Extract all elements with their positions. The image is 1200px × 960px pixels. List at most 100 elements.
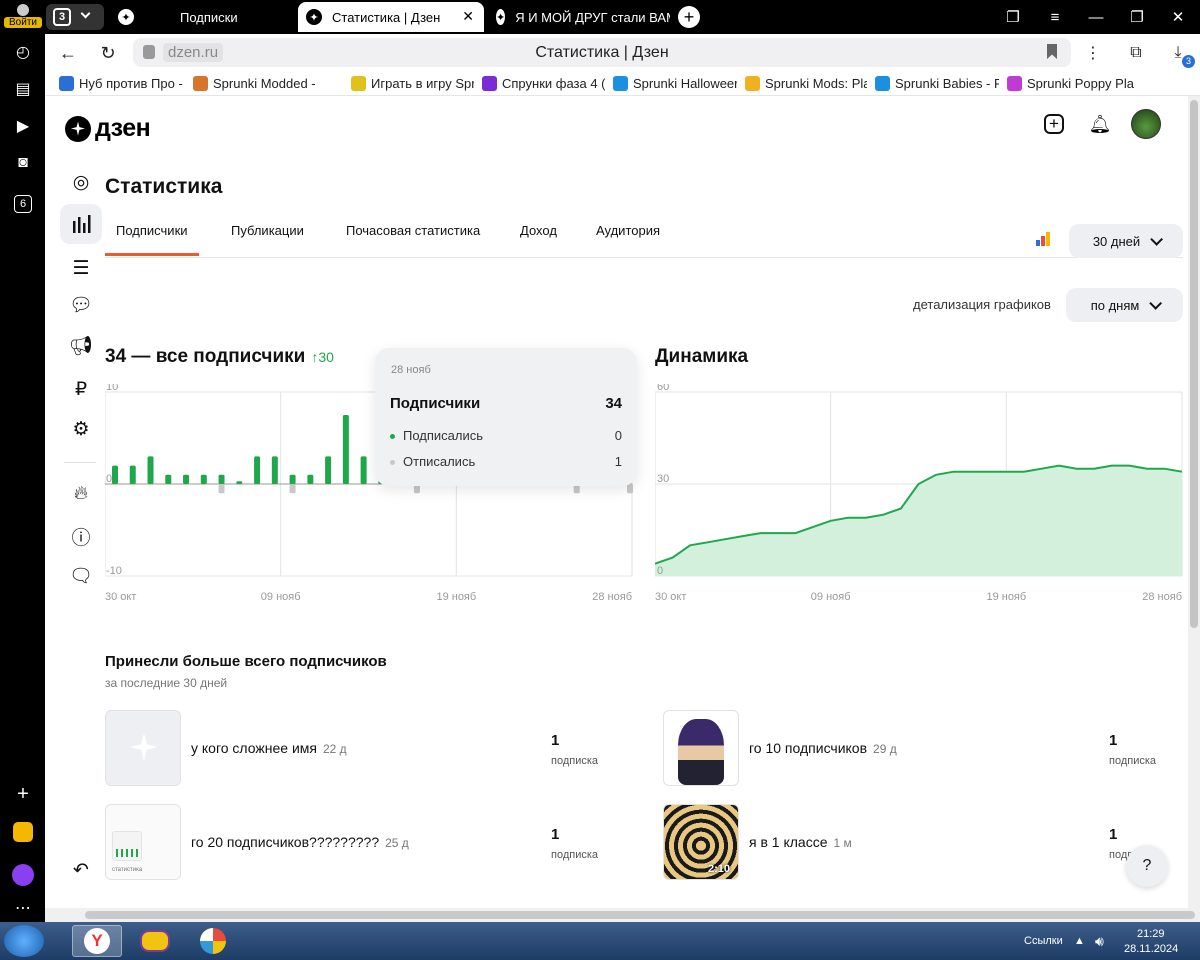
promotion-icon[interactable]: 📢︎ [65, 330, 97, 362]
zen-icon: ✦ [306, 9, 322, 25]
bookmark-item[interactable]: Sprunki Poppy Pla [1007, 74, 1137, 92]
chart-tooltip: 28 нояб Подписчики 34 Подписались 0 Отпи… [375, 348, 637, 486]
camera-icon[interactable]: ◙ [11, 151, 35, 175]
chat-icon[interactable]: 🗨︎ [65, 560, 97, 592]
tab-hourly[interactable]: Почасовая статистика [346, 223, 480, 238]
yandex-browser-app[interactable]: Y [72, 925, 122, 957]
subscribers-chart-title: 34 — все подписчики ↑30 [105, 346, 334, 368]
minimize-button[interactable]: — [1083, 4, 1109, 30]
collections-icon[interactable]: ▤ [11, 77, 35, 101]
tab-group-counter[interactable]: 3 [46, 4, 104, 30]
tab-video[interactable]: ✦ Я И МОЙ ДРУГ стали ВАМ [494, 2, 670, 32]
bookmark-item[interactable]: Sprunki Mods: Pla [745, 74, 867, 92]
menu-icon[interactable]: ≡ [1042, 4, 1068, 30]
x-tick-label: 09 нояб [261, 591, 301, 603]
bookmark-favicon-icon [351, 75, 366, 91]
omnibox[interactable]: dzen.ru Статистика | Дзен [133, 38, 1071, 67]
bell-icon[interactable]: 🔔︎ [1088, 112, 1112, 136]
tab-publications[interactable]: Публикации [231, 223, 304, 238]
preview-chart-icon [116, 849, 138, 857]
x-tick-label: 09 нояб [811, 591, 851, 603]
bookmark-item[interactable]: Играть в игру Spr [351, 74, 474, 92]
gear-icon[interactable]: ⚙ [65, 413, 97, 445]
help-button[interactable]: ? [1126, 845, 1168, 887]
undo-icon[interactable]: ↶ [65, 854, 97, 886]
scroll-thumb[interactable] [85, 911, 1195, 919]
taskbar: Y Ссылки ▲ 🔊︎ 21:29 28.11.2024 [0, 922, 1200, 960]
notes-app-icon[interactable] [11, 820, 35, 844]
publication-age: 1 м [833, 836, 852, 850]
bookmark-item[interactable]: Sprunki Halloween [613, 74, 737, 92]
vertical-scrollbar[interactable] [1188, 96, 1200, 908]
scroll-thumb[interactable] [1190, 100, 1198, 628]
publication-item[interactable]: 2:10 я в 1 классе1 м 1 подписка [663, 804, 1163, 880]
tray-links[interactable]: Ссылки [1024, 935, 1063, 947]
comments-icon[interactable]: 💬︎ [65, 289, 97, 321]
detail-dropdown[interactable]: по дням [1066, 288, 1183, 322]
bookmark-item[interactable]: Sprunki Babies - P [875, 74, 999, 92]
ball-app[interactable] [188, 925, 238, 957]
more-icon[interactable]: ⋯ [11, 896, 35, 920]
tooltip-row-unsubscribed: Отписались 1 [390, 454, 622, 469]
dzen-logo[interactable]: дзен [65, 114, 151, 143]
video-icon[interactable]: ▶ [11, 114, 35, 138]
sidebar-badge[interactable]: 6 [11, 192, 35, 216]
create-post-icon[interactable]: + [1042, 112, 1066, 136]
bookmark-item[interactable]: Спрунки фаза 4 (с [482, 74, 605, 92]
download-icon[interactable]: ⤓ 3 [1165, 40, 1195, 68]
alice-icon[interactable] [11, 863, 35, 887]
tab-subscriptions[interactable]: ✦ Подписки [118, 2, 288, 32]
publication-count: 1 [551, 826, 560, 843]
ruble-icon[interactable]: ₽ [65, 373, 97, 405]
game-app[interactable] [130, 925, 180, 957]
tabs-icon[interactable]: ❐ [1000, 4, 1026, 30]
help-icon[interactable]: ⓘ [65, 520, 97, 552]
period-dropdown[interactable]: 30 дней [1069, 224, 1183, 258]
tooltip-total-value: 34 [605, 395, 622, 412]
planet-icon[interactable]: ◎ [65, 166, 97, 198]
restore-button[interactable]: ❐ [1124, 4, 1150, 30]
subscribers-total: 34 — все подписчики [105, 346, 306, 367]
bookmark-label: Нуб против Про - [79, 75, 183, 91]
close-tab-icon[interactable]: ✕ [462, 8, 474, 25]
publication-item[interactable]: статистика го 20 подписчиков????????? 25 … [105, 804, 605, 880]
video-duration: 2:10 [707, 863, 730, 875]
tab-statistics[interactable]: ✦ Статистика | Дзен ✕ [298, 2, 484, 32]
reload-button[interactable]: ↻ [95, 40, 121, 66]
tab-income[interactable]: Доход [520, 223, 557, 238]
avatar[interactable] [1131, 109, 1161, 139]
bookmark-item[interactable]: Нуб против Про - [59, 74, 185, 92]
login-label: Войти [4, 17, 42, 28]
horizontal-scrollbar[interactable] [45, 908, 1200, 922]
bookmark-favicon-icon [59, 75, 74, 91]
tab-subscribers[interactable]: Подписчики [105, 223, 198, 256]
y-tick-label: 0 [106, 473, 112, 485]
metrica-icon[interactable] [1036, 232, 1052, 246]
close-window-button[interactable]: ✕ [1165, 4, 1191, 30]
bookmark-item[interactable]: Sprunki Modded - [193, 74, 343, 92]
bar-chart-icon [73, 215, 91, 233]
volume-icon[interactable]: 🔊︎ [1095, 933, 1104, 950]
tray-up-icon[interactable]: ▲ [1074, 935, 1085, 947]
area-fill [655, 465, 1182, 576]
back-button[interactable]: ← [55, 40, 81, 66]
tab-audience[interactable]: Аудитория [596, 223, 660, 238]
more-vert-icon[interactable]: ⋮ [1080, 40, 1106, 66]
new-tab-button[interactable]: + [678, 6, 700, 28]
statistics-icon[interactable] [60, 204, 102, 244]
publication-title: я в 1 классе [749, 834, 828, 850]
add-icon[interactable]: + [11, 782, 35, 806]
extensions-icon[interactable]: ⧉ [1123, 40, 1149, 66]
bookmark-label: Sprunki Babies - P [895, 75, 999, 91]
publication-item[interactable]: го 10 подписчиков 29 д 1 подписка [663, 710, 1163, 786]
tooltip-row-value: 0 [614, 428, 622, 443]
history-icon[interactable]: ◴ [11, 40, 35, 64]
publications-icon[interactable]: ☰ [65, 252, 97, 284]
publication-item[interactable]: у кого сложнее имя 22 д 1 подписка [105, 710, 605, 786]
profile-login[interactable]: Войти [4, 2, 42, 32]
y-tick-label: -10 [106, 565, 122, 577]
start-button[interactable] [4, 925, 44, 957]
subscribers-delta: ↑30 [311, 349, 334, 365]
fire-icon[interactable]: 🔥︎ [65, 478, 97, 510]
browser-tab-bar: Войти 3 ✦ Подписки ✦ Статистика | Дзен ✕… [0, 0, 1200, 34]
